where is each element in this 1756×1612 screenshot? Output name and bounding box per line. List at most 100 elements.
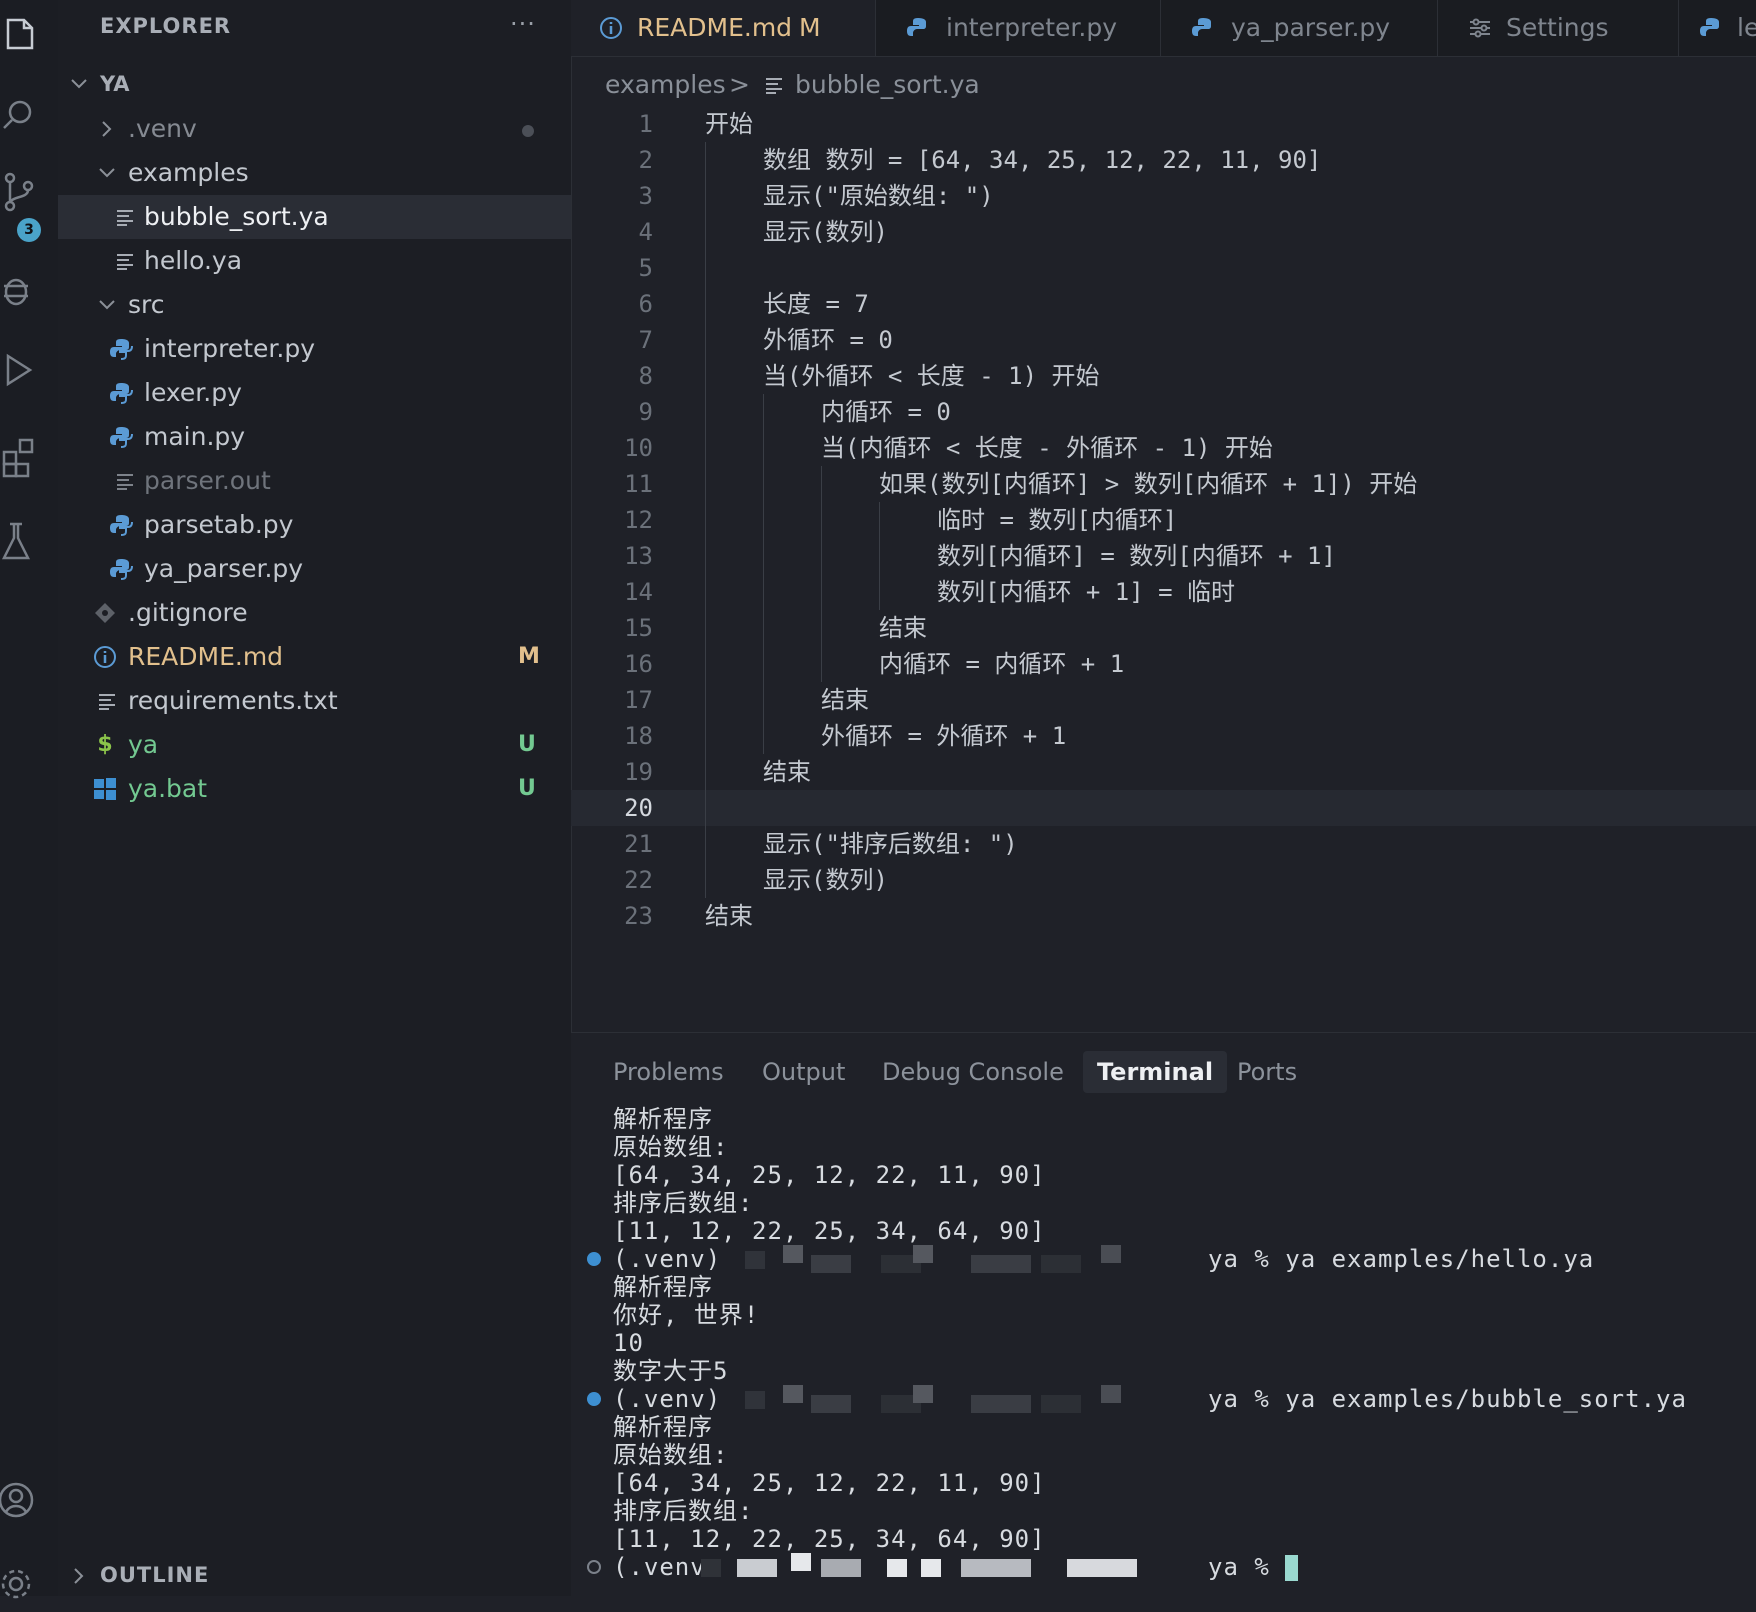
search-icon[interactable] — [0, 92, 48, 140]
file-ya-parser[interactable]: ya_parser.py — [58, 547, 571, 591]
chevron-down-icon — [96, 151, 118, 195]
code-line[interactable]: 22 显示(数列) — [571, 862, 1756, 898]
tab-ports[interactable]: Ports — [1237, 1051, 1297, 1093]
chevron-right-icon — [68, 1556, 90, 1601]
file-main[interactable]: main.py — [58, 415, 571, 459]
file-readme[interactable]: README.md M — [58, 635, 571, 679]
tree-item-label: bubble_sort.ya — [144, 202, 329, 231]
code-line[interactable]: 14 数列[内循环 + 1] = 临时 — [571, 574, 1756, 610]
folder-src[interactable]: src — [58, 283, 571, 327]
line-number: 16 — [624, 650, 653, 678]
line-number: 12 — [624, 506, 653, 534]
run-debug-icon[interactable] — [0, 346, 48, 394]
extensions-icon[interactable] — [0, 432, 48, 480]
code-text: 开始 — [705, 110, 753, 138]
indent-guide — [763, 574, 764, 610]
file-parsetab[interactable]: parsetab.py — [58, 503, 571, 547]
code-text: 结束 — [763, 758, 811, 786]
code-line[interactable]: 23 结束 — [571, 898, 1756, 934]
more-actions-icon[interactable]: ··· — [510, 10, 536, 38]
terminal-line: [11, 12, 22, 25, 34, 64, 90] — [613, 1525, 1046, 1553]
redacted-path — [721, 1385, 1151, 1413]
code-line[interactable]: 17 结束 — [571, 682, 1756, 718]
python-icon — [108, 371, 134, 415]
account-icon[interactable] — [0, 1476, 48, 1524]
code-line[interactable]: 6 长度 = 7 — [571, 286, 1756, 322]
file-lexer[interactable]: lexer.py — [58, 371, 571, 415]
settings-gear-icon[interactable] — [0, 1560, 48, 1608]
folder-venv[interactable]: .venv — [58, 107, 571, 151]
terminal-line: 解析程序 — [613, 1273, 713, 1301]
scm-count-badge: 3 — [17, 218, 41, 242]
python-icon — [1191, 0, 1215, 56]
code-line[interactable]: 4 显示(数列) — [571, 214, 1756, 250]
code-line[interactable]: 21 显示("排序后数组: ") — [571, 826, 1756, 862]
code-line[interactable]: 10 当(内循环 < 长度 - 外循环 - 1) 开始 — [571, 430, 1756, 466]
file-interpreter[interactable]: interpreter.py — [58, 327, 571, 371]
python-icon — [108, 503, 134, 547]
debug-icon[interactable] — [0, 266, 48, 314]
tab-terminal[interactable]: Terminal — [1083, 1051, 1228, 1093]
breadcrumb-folder[interactable]: examples — [605, 58, 726, 112]
code-line[interactable]: 11 如果(数列[内循环] > 数列[内循环 + 1]) 开始 — [571, 466, 1756, 502]
info-icon — [92, 635, 118, 679]
code-line[interactable]: 13 数列[内循环] = 数列[内循环 + 1] — [571, 538, 1756, 574]
file-ya[interactable]: $ ya U — [58, 723, 571, 767]
indent-guide — [705, 646, 706, 682]
code-line[interactable]: 2 数组 数列 = [64, 34, 25, 12, 22, 11, 90] — [571, 142, 1756, 178]
tree-item-label: parser.out — [144, 466, 271, 495]
file-hello[interactable]: hello.ya — [58, 239, 571, 283]
workspace-root[interactable]: YA — [58, 62, 571, 106]
tab-interpreter[interactable]: interpreter.py — [876, 0, 1161, 56]
file-ya-bat[interactable]: ya.bat U — [58, 767, 571, 811]
tab-ya-parser[interactable]: ya_parser.py — [1161, 0, 1438, 56]
terminal-prompt: (.venv — [613, 1553, 706, 1581]
explorer-icon[interactable] — [0, 12, 48, 60]
testing-icon[interactable] — [0, 518, 48, 566]
code-line[interactable]: 20 — [571, 790, 1756, 826]
tab-debug-console[interactable]: Debug Console — [882, 1051, 1064, 1093]
tree-item-label: ya.bat — [128, 774, 208, 803]
code-line[interactable]: 3 显示("原始数组: ") — [571, 178, 1756, 214]
terminal-prompt: (.venv) — [613, 1245, 722, 1273]
file-gitignore[interactable]: .gitignore — [58, 591, 571, 635]
python-icon — [108, 415, 134, 459]
ignored-dot — [522, 125, 534, 137]
code-line[interactable]: 19 结束 — [571, 754, 1756, 790]
tab-readme[interactable]: README.md M — [571, 0, 876, 56]
line-number: 17 — [624, 686, 653, 714]
tab-output[interactable]: Output — [762, 1051, 845, 1093]
indent-guide — [879, 502, 880, 538]
source-control-icon[interactable] — [0, 168, 48, 216]
line-number: 14 — [624, 578, 653, 606]
code-line[interactable]: 12 临时 = 数列[内循环] — [571, 502, 1756, 538]
terminal-line: 你好, 世界! — [613, 1301, 760, 1329]
terminal[interactable]: 解析程序 原始数组: [64, 34, 25, 12, 22, 11, 90] … — [571, 1105, 1756, 1597]
code-line[interactable]: 16 内循环 = 内循环 + 1 — [571, 646, 1756, 682]
code-text: 长度 = 7 — [763, 290, 869, 318]
code-line[interactable]: 7 外循环 = 0 — [571, 322, 1756, 358]
code-line[interactable]: 15 结束 — [571, 610, 1756, 646]
text-file-icon — [112, 239, 138, 283]
code-line[interactable]: 9 内循环 = 0 — [571, 394, 1756, 430]
code-line[interactable]: 8 当(外循环 < 长度 - 1) 开始 — [571, 358, 1756, 394]
tab-label: README.md — [637, 13, 793, 42]
file-requirements[interactable]: requirements.txt — [58, 679, 571, 723]
redacted-path — [721, 1245, 1151, 1273]
tab-settings[interactable]: Settings — [1438, 0, 1679, 56]
folder-examples[interactable]: examples — [58, 151, 571, 195]
tab-problems[interactable]: Problems — [613, 1051, 724, 1093]
file-bubble-sort[interactable]: bubble_sort.ya — [58, 195, 571, 239]
code-line[interactable]: 18 外循环 = 外循环 + 1 — [571, 718, 1756, 754]
code-text: 显示(数列) — [763, 866, 888, 894]
file-parser-out[interactable]: parser.out — [58, 459, 571, 503]
code-line[interactable]: 1 开始 — [571, 106, 1756, 142]
line-number: 13 — [624, 542, 653, 570]
breadcrumb-file[interactable]: bubble_sort.ya — [795, 58, 980, 112]
code-text: 外循环 = 0 — [763, 326, 893, 354]
bottom-panel: Problems Output Debug Console Terminal P… — [571, 1032, 1756, 1597]
code-editor[interactable]: 1 开始 2 数组 数列 = [64, 34, 25, 12, 22, 11, 90]… — [571, 106, 1756, 1028]
code-line[interactable]: 5 — [571, 250, 1756, 286]
tab-overflow[interactable]: le — [1679, 0, 1756, 56]
outline-section-header[interactable]: OUTLINE — [58, 1556, 571, 1596]
